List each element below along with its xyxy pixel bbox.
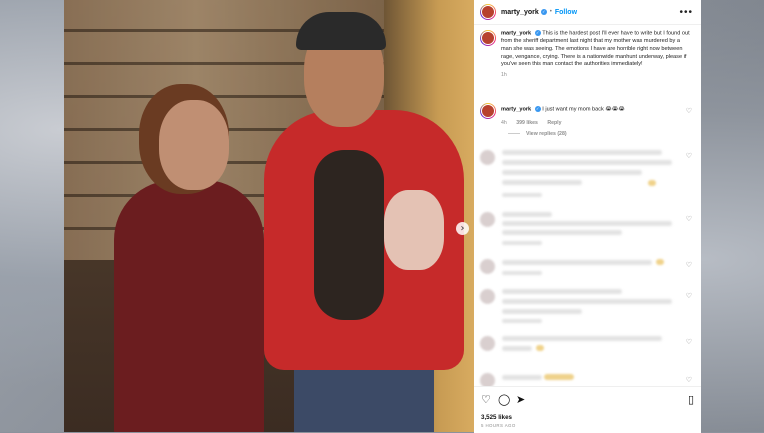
bookmark-icon[interactable]: ▯ (688, 393, 694, 406)
more-horizontal-icon[interactable]: ••• (679, 7, 693, 18)
post-time-ago: 5 HOURS AGO (481, 423, 516, 428)
avatar[interactable] (480, 4, 496, 20)
view-replies-button[interactable]: View replies (28) (508, 131, 567, 137)
comment-username[interactable]: marty_york (501, 106, 531, 112)
likes-count[interactable]: 3,525 likes (481, 414, 512, 421)
reply-button[interactable]: Reply (547, 120, 561, 126)
comment-text: I just want my mom back 😭😭😭 (542, 106, 626, 113)
caption-username[interactable]: marty_york (501, 30, 531, 36)
follow-button[interactable]: Follow (555, 9, 577, 16)
header-username[interactable]: marty_york (501, 9, 539, 16)
heart-icon[interactable]: ♡ (686, 107, 692, 115)
post-actions: ♡ ◯ ➤ ▯ 3,525 likes 5 HOURS AGO (474, 386, 701, 433)
comments-panel: marty_york ✓ • Follow ••• marty_york ✓ T… (474, 0, 701, 433)
post-caption: marty_york ✓ This is the hardest post I'… (480, 30, 692, 78)
comment-time: 4h (501, 120, 507, 126)
post-photo[interactable]: › (64, 0, 474, 432)
heart-icon[interactable]: ♡ (686, 261, 692, 269)
comment-item: marty_york ✓ I just want my mom back 😭😭😭… (480, 103, 694, 126)
next-image-button[interactable]: › (456, 222, 469, 235)
caption-time: 1h (501, 72, 507, 78)
comment-likes[interactable]: 399 likes (516, 120, 538, 126)
instagram-post: › marty_york ✓ • Follow ••• marty_york ✓… (64, 0, 701, 433)
heart-icon[interactable]: ♡ (686, 215, 692, 223)
like-heart-icon[interactable]: ♡ (481, 393, 491, 406)
avatar[interactable] (480, 103, 496, 119)
sweater-graphic (384, 190, 444, 270)
avatar[interactable] (480, 30, 496, 46)
woman-head (159, 100, 229, 190)
dog (314, 150, 384, 320)
verified-badge-icon: ✓ (540, 9, 547, 15)
verified-badge-icon: ✓ (534, 30, 541, 36)
share-icon[interactable]: ➤ (516, 393, 525, 406)
separator-dot: • (549, 9, 552, 15)
comment-icon[interactable]: ◯ (498, 393, 510, 406)
post-header: marty_york ✓ • Follow ••• (474, 0, 701, 25)
heart-icon[interactable]: ♡ (686, 292, 692, 300)
verified-badge-icon: ✓ (534, 106, 541, 112)
heart-icon[interactable]: ♡ (686, 152, 692, 160)
woman-figure (114, 180, 264, 432)
heart-icon[interactable]: ♡ (686, 338, 692, 346)
heart-icon[interactable]: ♡ (686, 376, 692, 384)
man-cap (296, 12, 386, 50)
